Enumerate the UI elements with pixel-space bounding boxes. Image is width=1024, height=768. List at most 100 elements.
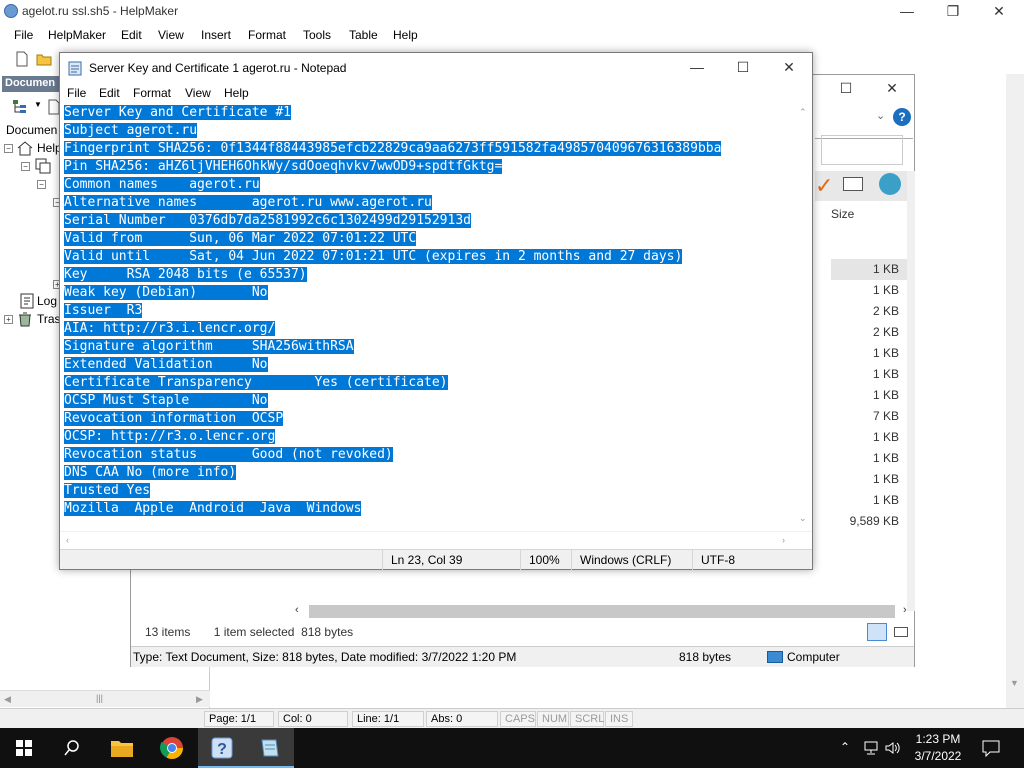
explorer-maximize-button[interactable]: ☐ (823, 77, 869, 101)
file-explorer-button[interactable] (98, 728, 146, 768)
text-line[interactable]: OCSP: http://r3.o.lencr.org (64, 428, 721, 446)
notepad-text[interactable]: Server Key and Certificate #1 Subject age… (64, 104, 722, 518)
view-icon[interactable] (843, 177, 863, 191)
close-button[interactable]: ✕ (976, 0, 1022, 24)
text-line[interactable]: Fingerprint SHA256: 0f1344f88443985efcb2… (64, 140, 722, 158)
open-folder-icon[interactable] (36, 51, 52, 67)
file-size-cell[interactable]: 1 KB (831, 259, 907, 280)
menu-help[interactable]: Help (393, 28, 418, 42)
menu-tools[interactable]: Tools (303, 28, 331, 42)
start-button[interactable] (0, 728, 48, 768)
volume-icon[interactable] (884, 740, 900, 756)
notepad-horizontal-scrollbar[interactable]: ‹ › (60, 531, 812, 549)
text-line[interactable]: DNS CAA No (more info) (64, 464, 721, 482)
text-line[interactable]: Server Key and Certificate #1 (64, 104, 721, 122)
tree-expand-help[interactable]: − (4, 144, 13, 153)
explorer-search-box[interactable] (821, 135, 903, 165)
text-line[interactable]: Mozilla Apple Android Java Windows (64, 500, 721, 518)
system-clock[interactable]: 1:23 PM 3/7/2022 (906, 731, 970, 765)
notepad-maximize-button[interactable]: ☐ (720, 56, 766, 80)
text-line[interactable]: Revocation information OCSP (64, 410, 721, 428)
editor-vertical-scrollbar[interactable]: ▼ (1006, 74, 1024, 708)
chrome-button[interactable] (148, 728, 196, 768)
notepad-menu-edit[interactable]: Edit (99, 86, 120, 100)
tree-item-trash[interactable]: Tras (37, 312, 61, 326)
file-size-cell[interactable]: 1 KB (831, 364, 907, 385)
scroll-down-icon[interactable]: ▼ (1010, 678, 1019, 688)
text-line[interactable]: Certificate Transparency Yes (certificat… (64, 374, 721, 392)
text-line[interactable]: Valid until Sat, 04 Jun 2022 07:01:21 UT… (64, 248, 721, 266)
tree-expand-child[interactable]: − (21, 162, 30, 171)
scroll-right-icon[interactable]: › (903, 604, 907, 616)
explorer-close-button[interactable]: ✕ (869, 77, 915, 101)
text-line[interactable]: Valid from Sun, 06 Mar 2022 07:01:22 UTC (64, 230, 721, 248)
scroll-left-icon[interactable]: ◀ (4, 694, 11, 705)
notepad-menu-format[interactable]: Format (133, 86, 171, 100)
panel-horizontal-scrollbar[interactable]: ◀ ||| ▶ (0, 690, 210, 707)
text-line[interactable]: Revocation status Good (not revoked) (64, 446, 721, 464)
network-icon[interactable] (862, 740, 880, 756)
scroll-left-icon[interactable]: ‹ (66, 535, 69, 545)
notification-icon[interactable] (982, 739, 1000, 757)
column-header-size[interactable]: Size (831, 207, 854, 221)
text-line[interactable]: Issuer R3 (64, 302, 721, 320)
help-icon[interactable]: ? (893, 108, 911, 126)
scroll-left-icon[interactable]: ‹ (295, 604, 299, 616)
tree-options-icon[interactable] (12, 99, 28, 115)
text-line[interactable]: Signature algorithm SHA256withRSA (64, 338, 721, 356)
text-line[interactable]: Subject agerot.ru (64, 122, 721, 140)
dropdown-arrow-icon[interactable]: ▼ (34, 100, 42, 109)
helpmaker-taskbar-button[interactable]: ? (198, 728, 246, 768)
menu-insert[interactable]: Insert (201, 28, 231, 42)
text-line[interactable]: Serial Number 0376db7da2581992c6c1302499… (64, 212, 721, 230)
tree-expand-grandchild[interactable]: − (37, 180, 46, 189)
scroll-right-icon[interactable]: ▶ (196, 694, 203, 705)
minimize-button[interactable]: — (884, 0, 930, 24)
explorer-vscroll[interactable] (907, 171, 915, 611)
scroll-right-icon[interactable]: › (782, 535, 785, 545)
scroll-up-icon[interactable]: ⌃ (799, 107, 807, 118)
notepad-menu-view[interactable]: View (185, 86, 211, 100)
file-size-cell[interactable]: 1 KB (831, 280, 907, 301)
tree-item-help[interactable]: Help (37, 141, 62, 155)
menu-table[interactable]: Table (349, 28, 378, 42)
notepad-minimize-button[interactable]: — (674, 56, 720, 80)
text-line[interactable]: Common names agerot.ru (64, 176, 721, 194)
menu-edit[interactable]: Edit (121, 28, 142, 42)
notepad-menu-help[interactable]: Help (224, 86, 249, 100)
tree-expand-trash[interactable]: + (4, 315, 13, 324)
file-size-cell[interactable]: 2 KB (831, 301, 907, 322)
large-icons-view-button[interactable] (891, 623, 911, 641)
file-size-cell[interactable]: 1 KB (831, 385, 907, 406)
notepad-menu-file[interactable]: File (67, 86, 86, 100)
menu-helpmaker[interactable]: HelpMaker (48, 28, 106, 42)
file-size-cell[interactable]: 1 KB (831, 448, 907, 469)
search-button[interactable] (48, 728, 96, 768)
text-line[interactable]: Extended Validation No (64, 356, 721, 374)
text-line[interactable]: Pin SHA256: aHZ6ljVHEH6OhkWy/sdOoeqhvkv7… (64, 158, 721, 176)
menu-file[interactable]: File (14, 28, 33, 42)
notepad-text-area[interactable]: Server Key and Certificate #1 Subject age… (60, 103, 812, 581)
ribbon-expand-icon[interactable]: ⌄ (876, 109, 885, 122)
tree-item-log[interactable]: Log (37, 294, 57, 308)
text-line[interactable]: Trusted Yes (64, 482, 721, 500)
file-size-cell[interactable]: 1 KB (831, 469, 907, 490)
notepad-close-button[interactable]: ✕ (766, 56, 812, 80)
globe-icon[interactable] (879, 173, 901, 195)
details-view-button[interactable] (867, 623, 887, 641)
text-line[interactable]: Alternative names agerot.ru www.agerot.r… (64, 194, 721, 212)
scroll-grip-icon[interactable]: ||| (96, 693, 103, 703)
text-line[interactable]: OCSP Must Staple No (64, 392, 721, 410)
text-line[interactable]: AIA: http://r3.i.lencr.org/ (64, 320, 721, 338)
tray-chevron-icon[interactable]: ⌃ (840, 740, 850, 754)
check-icon[interactable]: ✓ (815, 173, 833, 199)
new-file-icon[interactable] (14, 51, 30, 67)
text-line[interactable]: Key RSA 2048 bits (e 65537) (64, 266, 721, 284)
scroll-thumb[interactable] (309, 605, 895, 618)
notepad-taskbar-button[interactable] (246, 728, 294, 768)
file-size-cell[interactable]: 1 KB (831, 343, 907, 364)
file-size-cell[interactable]: 2 KB (831, 322, 907, 343)
text-line[interactable]: Weak key (Debian) No (64, 284, 721, 302)
file-size-cell[interactable]: 1 KB (831, 427, 907, 448)
explorer-horizontal-scrollbar[interactable]: ‹ › (291, 603, 915, 620)
